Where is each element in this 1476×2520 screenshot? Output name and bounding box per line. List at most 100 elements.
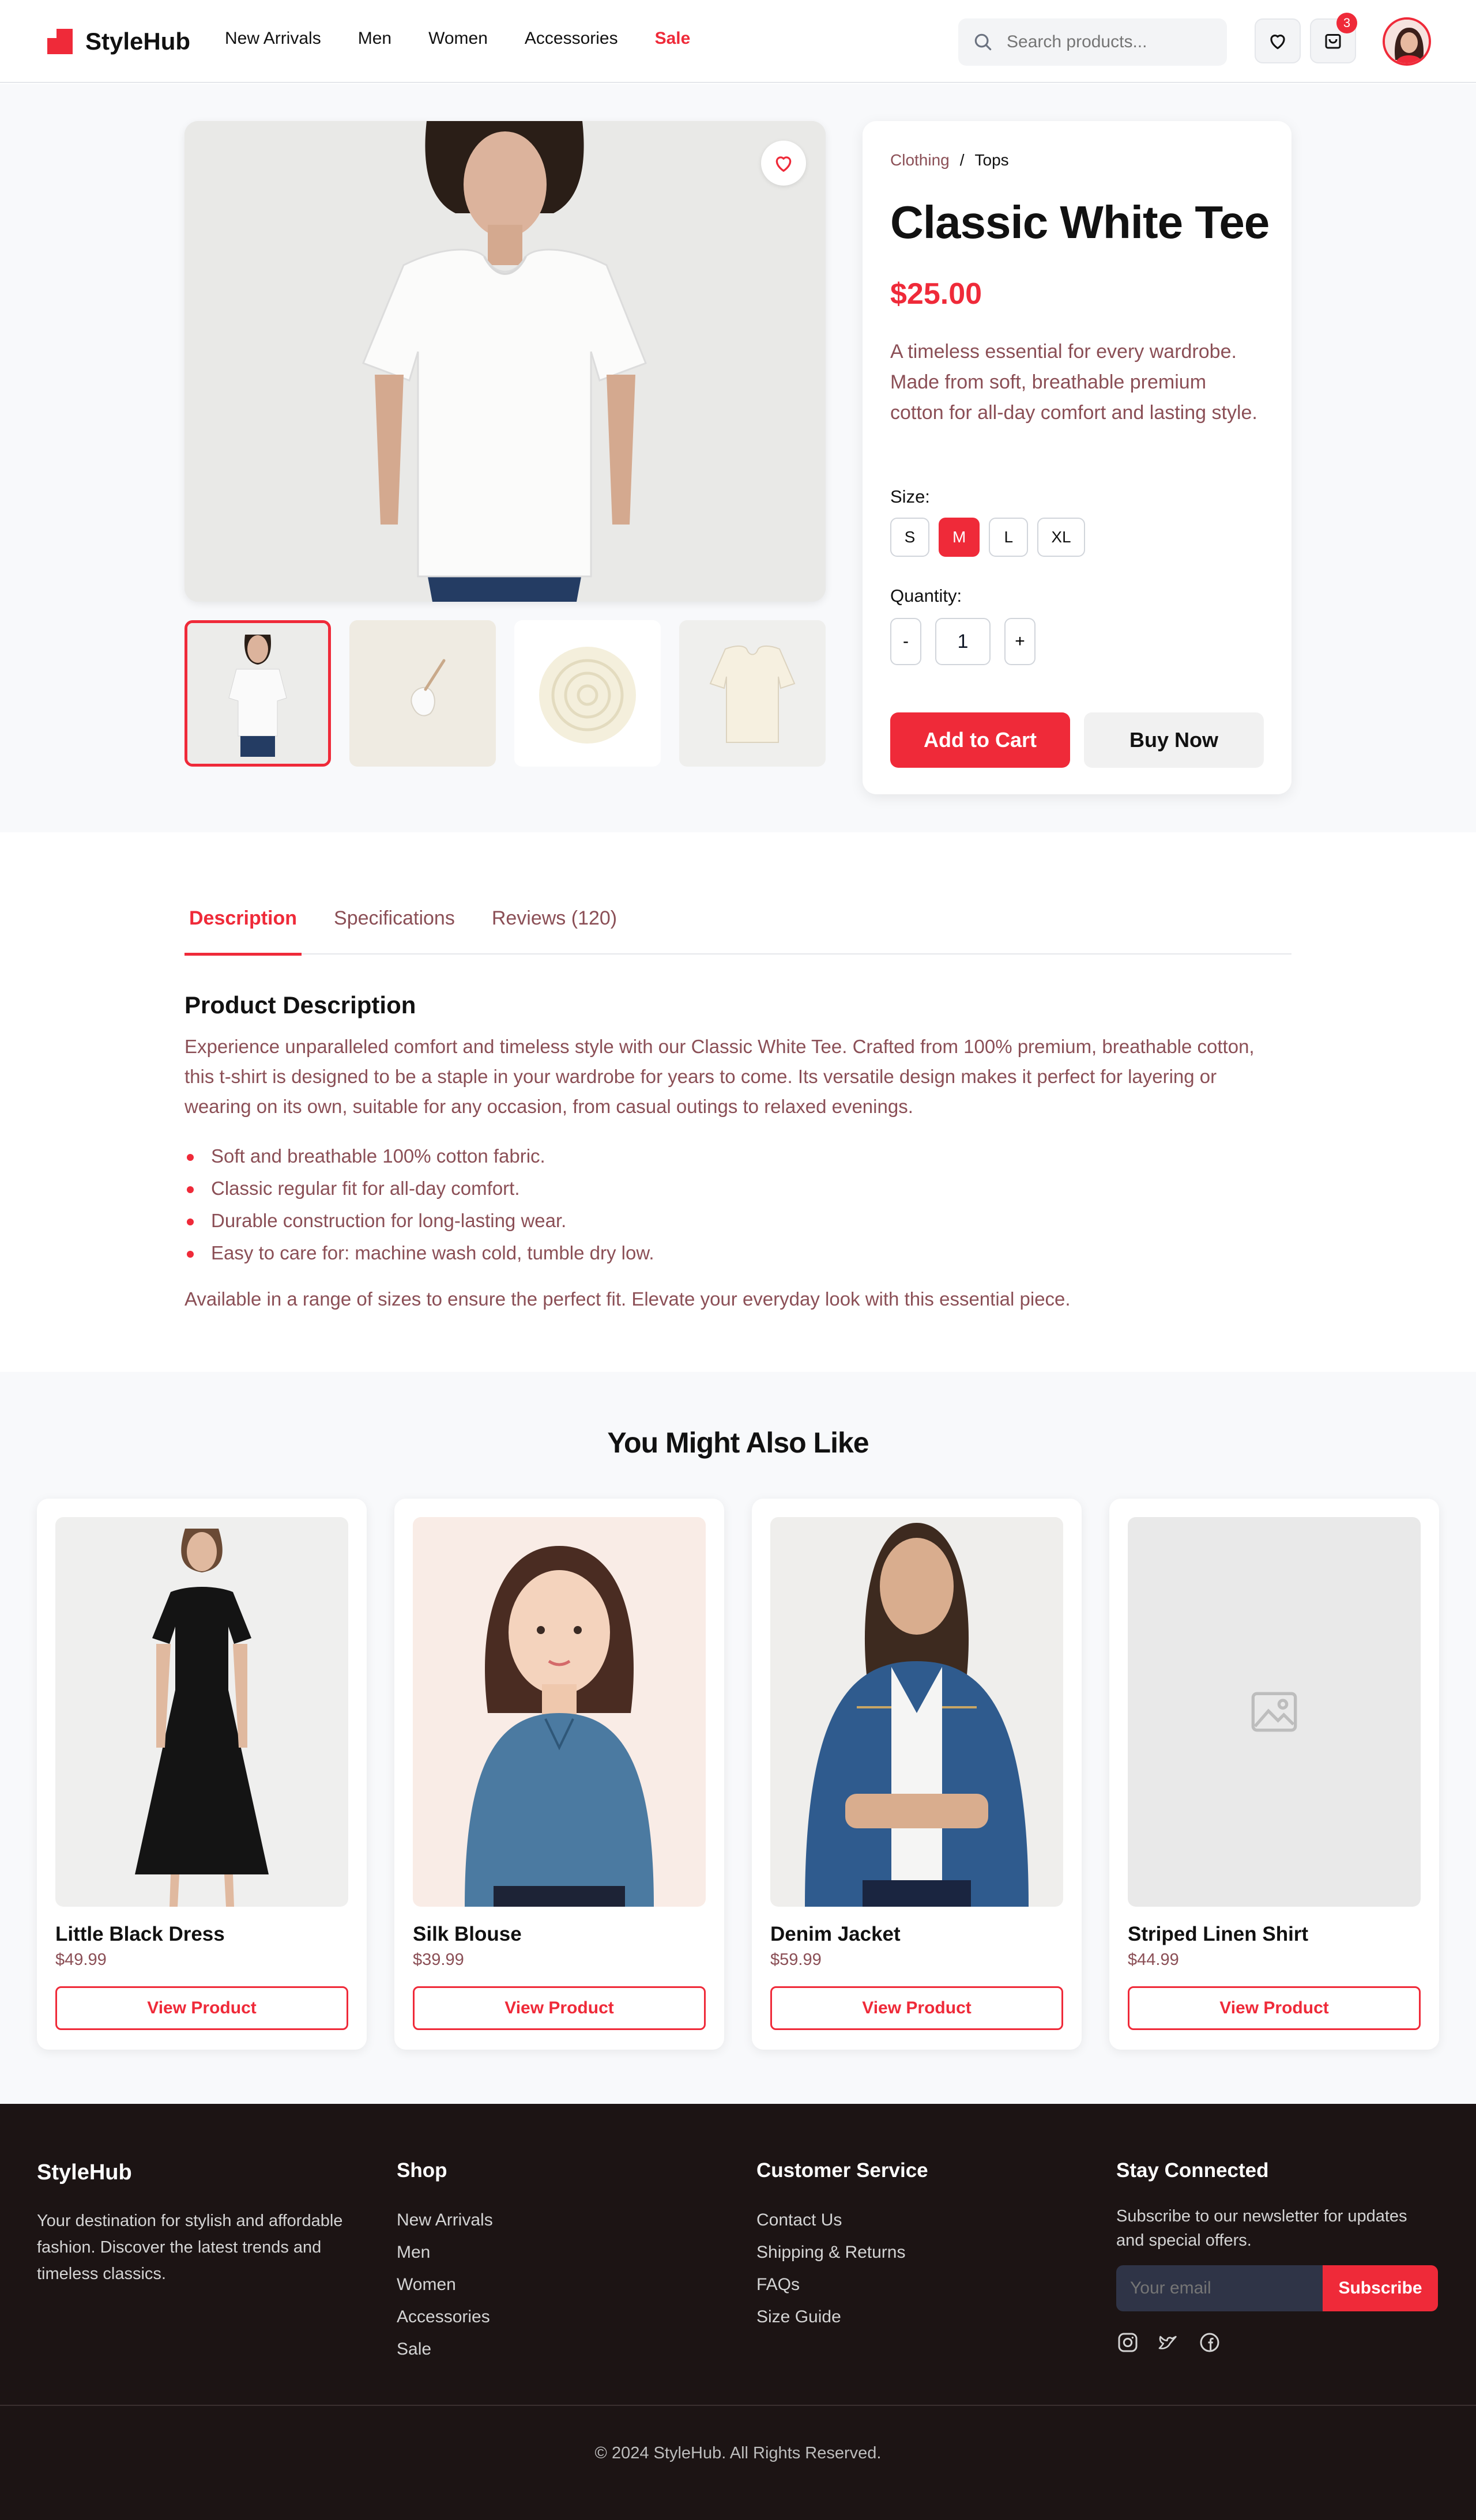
tab-specifications[interactable]: Specifications — [329, 899, 460, 955]
footer-link-shipping[interactable]: Shipping & Returns — [756, 2236, 906, 2269]
product-price: $39.99 — [413, 1951, 464, 1969]
product-price: $49.99 — [55, 1951, 107, 1969]
product-short-description: A timeless essential for every wardrobe.… — [890, 341, 1257, 424]
footer-link-men[interactable]: Men — [397, 2236, 493, 2269]
logo[interactable]: StyleHub — [47, 25, 190, 58]
feature-list: Soft and breathable 100% cotton fabric. … — [184, 1140, 1280, 1269]
nav-new-arrivals[interactable]: New Arrivals — [225, 29, 321, 48]
view-product-button[interactable]: View Product — [1128, 1986, 1421, 2030]
footer-about: Your destination for stylish and afforda… — [37, 2212, 343, 2283]
view-product-button[interactable]: View Product — [413, 1986, 706, 2030]
thumbnail-1[interactable] — [184, 620, 331, 767]
description-paragraph: Experience unparalleled comfort and time… — [184, 1036, 1255, 1117]
heart-icon — [1270, 35, 1285, 50]
search-icon — [974, 33, 992, 51]
image-placeholder[interactable] — [1128, 1517, 1421, 1907]
tab-reviews[interactable]: Reviews (120) — [487, 899, 622, 955]
product-image[interactable] — [413, 1517, 706, 1907]
size-s[interactable]: S — [890, 518, 929, 557]
product-price: $25.00 — [890, 277, 982, 311]
search-box[interactable] — [958, 18, 1227, 66]
list-item: Classic regular fit for all-day comfort. — [184, 1172, 1280, 1205]
product-card-silk-blouse[interactable]: Silk Blouse $39.99 View Product — [394, 1499, 724, 2050]
product-name: Denim Jacket — [770, 1923, 901, 1945]
footer-link-contact[interactable]: Contact Us — [756, 2204, 906, 2236]
product-name: Silk Blouse — [413, 1923, 522, 1945]
tab-description[interactable]: Description — [184, 899, 302, 956]
product-price: $59.99 — [770, 1951, 822, 1969]
facebook-icon[interactable] — [1198, 2331, 1221, 2354]
list-item: Easy to care for: machine wash cold, tum… — [184, 1237, 1280, 1269]
description-closing: Available in a range of sizes to ensure … — [184, 1288, 1071, 1310]
nav-women[interactable]: Women — [428, 29, 488, 48]
view-product-button[interactable]: View Product — [55, 1986, 348, 2030]
newsletter-text: Subscribe to our newsletter for updates … — [1116, 2207, 1407, 2250]
user-avatar[interactable] — [1383, 17, 1431, 66]
product-name: Striped Linen Shirt — [1128, 1923, 1309, 1945]
footer-divider — [0, 2405, 1476, 2406]
description-heading: Product Description — [184, 991, 416, 1018]
footer-service-links: Contact Us Shipping & Returns FAQs Size … — [756, 2204, 906, 2333]
heart-icon — [775, 156, 792, 172]
favorite-button[interactable] — [761, 141, 806, 186]
breadcrumb-clothing[interactable]: Clothing — [890, 151, 950, 169]
nav-men[interactable]: Men — [358, 29, 391, 48]
size-xl[interactable]: XL — [1037, 518, 1085, 557]
breadcrumb-tops: Tops — [974, 151, 1009, 169]
shopping-bag-icon — [1325, 34, 1341, 49]
wishlist-button[interactable] — [1255, 18, 1301, 63]
footer-shop-links: New Arrivals Men Women Accessories Sale — [397, 2204, 493, 2366]
newsletter-email-input[interactable] — [1116, 2265, 1324, 2311]
product-card-little-black-dress[interactable]: Little Black Dress $49.99 View Product — [37, 1499, 367, 2050]
thumbnail-3[interactable] — [514, 620, 661, 767]
list-item: Soft and breathable 100% cotton fabric. — [184, 1140, 1280, 1172]
main-product-image[interactable] — [184, 121, 826, 602]
size-l[interactable]: L — [989, 518, 1029, 557]
size-label: Size: — [890, 486, 930, 507]
footer-link-women[interactable]: Women — [397, 2269, 493, 2301]
size-m[interactable]: M — [939, 518, 980, 557]
footer-link-new-arrivals[interactable]: New Arrivals — [397, 2204, 493, 2236]
main-nav: New Arrivals Men Women Accessories Sale — [225, 29, 727, 48]
footer-shop-heading: Shop — [397, 2159, 447, 2182]
product-title: Classic White Tee — [890, 197, 1270, 248]
quantity-increase-button[interactable]: + — [1004, 618, 1036, 665]
quantity-value[interactable]: 1 — [935, 618, 991, 665]
thumbnail-2[interactable] — [349, 620, 496, 767]
breadcrumb: Clothing / Tops — [890, 151, 1009, 169]
add-to-cart-button[interactable]: Add to Cart — [890, 712, 1070, 768]
product-tabs: Description Specifications Reviews (120) — [184, 899, 1292, 956]
footer-link-size-guide[interactable]: Size Guide — [756, 2301, 906, 2333]
nav-accessories[interactable]: Accessories — [525, 29, 618, 48]
buy-now-button[interactable]: Buy Now — [1084, 712, 1264, 768]
thumbnail-4[interactable] — [679, 620, 826, 767]
footer-link-faqs[interactable]: FAQs — [756, 2269, 906, 2301]
footer-link-accessories[interactable]: Accessories — [397, 2301, 493, 2333]
subscribe-button[interactable]: Subscribe — [1323, 2265, 1438, 2311]
product-price: $44.99 — [1128, 1951, 1179, 1969]
product-image[interactable] — [770, 1517, 1063, 1907]
related-title: You Might Also Like — [607, 1427, 869, 1459]
instagram-icon[interactable] — [1116, 2331, 1139, 2354]
search-input[interactable] — [1007, 32, 1203, 52]
product-image[interactable] — [55, 1517, 348, 1907]
list-item: Durable construction for long-lasting we… — [184, 1205, 1280, 1237]
nav-sale[interactable]: Sale — [655, 29, 691, 48]
product-name: Little Black Dress — [55, 1923, 225, 1945]
twitter-icon[interactable] — [1157, 2331, 1180, 2354]
size-selector: S M L XL — [890, 518, 1085, 557]
product-card-striped-linen-shirt[interactable]: Striped Linen Shirt $44.99 View Product — [1109, 1499, 1439, 2050]
logo-icon — [47, 29, 73, 54]
copyright: © 2024 StyleHub. All Rights Reserved. — [594, 2444, 882, 2462]
breadcrumb-separator: / — [959, 151, 965, 169]
footer-link-sale[interactable]: Sale — [397, 2333, 493, 2366]
quantity-decrease-button[interactable]: - — [890, 618, 921, 665]
cart-count-badge: 3 — [1336, 13, 1357, 33]
image-icon — [1251, 1692, 1297, 1732]
footer-service-heading: Customer Service — [756, 2159, 928, 2182]
view-product-button[interactable]: View Product — [770, 1986, 1063, 2030]
footer-brand: StyleHub — [37, 2160, 132, 2185]
cart-button[interactable]: 3 — [1310, 13, 1357, 63]
product-card-denim-jacket[interactable]: Denim Jacket $59.99 View Product — [752, 1499, 1082, 2050]
brand-name: StyleHub — [85, 28, 191, 55]
